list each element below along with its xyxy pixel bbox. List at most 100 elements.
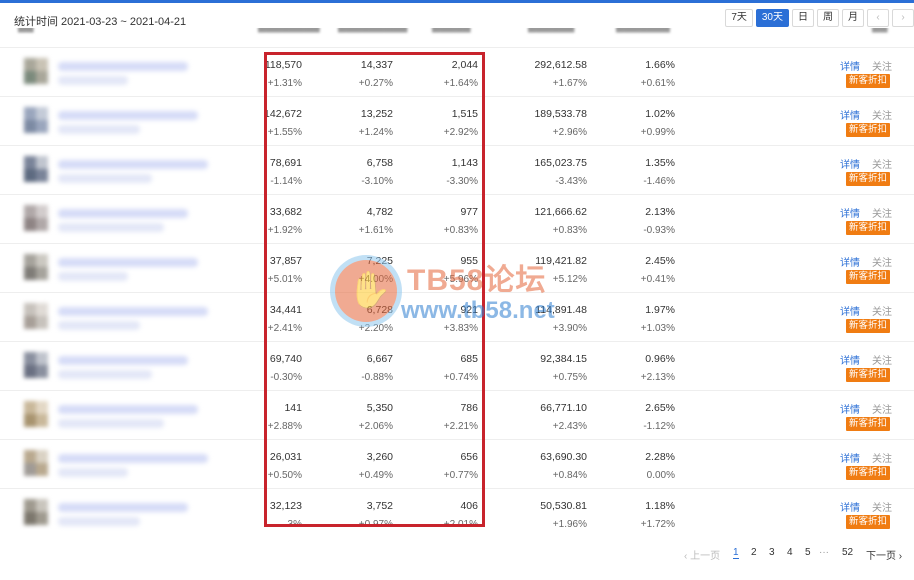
table-row: 33,682 +1.92% 4,782 +1.61% 977 +0.83% 121,666.… — [0, 194, 914, 243]
detail-link[interactable]: 详情 — [840, 303, 860, 318]
product-subtitle-blurred — [58, 370, 152, 379]
table-row: 26,031 +0.50% 3,260 +0.49% 656 +0.77% 63,690.3… — [0, 439, 914, 488]
follow-link[interactable]: 关注 — [872, 254, 892, 269]
metric-3-change: +3.83% — [443, 323, 478, 334]
page-2-button[interactable]: 2 — [751, 547, 757, 558]
product-thumbnail[interactable] — [24, 499, 48, 525]
product-title-blurred[interactable] — [58, 258, 198, 267]
product-title-blurred[interactable] — [58, 209, 188, 218]
range-30d-button[interactable]: 30天 — [755, 9, 789, 27]
metric-1-change: +2.88% — [267, 421, 302, 432]
metric-3-value: 977 — [460, 206, 478, 218]
new-customer-discount-button[interactable]: 新客折扣 — [846, 172, 890, 186]
table-row: 37,857 +5.01% 7,225 +4.00% 955 +5.96% 119,421.… — [0, 243, 914, 292]
product-thumbnail[interactable] — [24, 205, 48, 231]
follow-link[interactable]: 关注 — [872, 107, 892, 122]
product-title-blurred[interactable] — [58, 111, 198, 120]
detail-link[interactable]: 详情 — [840, 107, 860, 122]
new-customer-discount-button[interactable]: 新客折扣 — [846, 123, 890, 137]
metric-1-change: +5.01% — [267, 274, 302, 285]
page-4-button[interactable]: 4 — [787, 547, 793, 558]
follow-link[interactable]: 关注 — [872, 450, 892, 465]
page-3-button[interactable]: 3 — [769, 547, 775, 558]
new-customer-discount-button[interactable]: 新客折扣 — [846, 319, 890, 333]
follow-link[interactable]: 关注 — [872, 352, 892, 367]
metric-2-value: 3,260 — [366, 451, 393, 463]
product-thumbnail[interactable] — [24, 450, 48, 476]
page-1-button[interactable]: 1 — [733, 547, 739, 559]
detail-link[interactable]: 详情 — [840, 499, 860, 514]
stat-time-label: 统计时间 2021-03-23 ~ 2021-04-21 — [14, 16, 187, 28]
product-thumbnail[interactable] — [24, 401, 48, 427]
metric-3-change: +0.74% — [443, 372, 478, 383]
metric-3-value: 1,143 — [451, 157, 478, 169]
range-month-button[interactable]: 月 — [842, 9, 864, 27]
detail-link[interactable]: 详情 — [840, 450, 860, 465]
metric-5-change: -0.93% — [643, 225, 675, 236]
table-row: 141 +2.88% 5,350 +2.06% 786 +2.21% 66,771.10 +2… — [0, 390, 914, 439]
follow-link[interactable]: 关注 — [872, 205, 892, 220]
metric-2-value: 13,252 — [360, 108, 393, 120]
metric-4-value: 121,666.62 — [534, 206, 587, 218]
range-7d-button[interactable]: 7天 — [725, 9, 753, 27]
prev-period-icon[interactable]: ‹ — [867, 9, 889, 27]
product-thumbnail[interactable] — [24, 303, 48, 329]
product-title-blurred[interactable] — [58, 503, 188, 512]
metric-4-value: 63,690.30 — [540, 451, 587, 463]
page-last-button[interactable]: 52 — [842, 547, 853, 558]
new-customer-discount-button[interactable]: 新客折扣 — [846, 270, 890, 284]
prev-page-button[interactable]: ‹ 上一页 — [684, 547, 720, 562]
product-title-blurred[interactable] — [58, 307, 208, 316]
product-thumbnail[interactable] — [24, 254, 48, 280]
new-customer-discount-button[interactable]: 新客折扣 — [846, 466, 890, 480]
follow-link[interactable]: 关注 — [872, 58, 892, 73]
detail-link[interactable]: 详情 — [840, 156, 860, 171]
metric-5-change: +1.03% — [640, 323, 675, 334]
metric-5-change: +0.99% — [640, 127, 675, 138]
metric-5-value: 1.18% — [645, 500, 675, 512]
detail-link[interactable]: 详情 — [840, 254, 860, 269]
metric-4-change: +0.75% — [552, 372, 587, 383]
next-period-icon[interactable]: › — [892, 9, 914, 27]
product-title-blurred[interactable] — [58, 405, 198, 414]
follow-link[interactable]: 关注 — [872, 499, 892, 514]
product-thumbnail[interactable] — [24, 58, 48, 84]
metric-3-value: 786 — [460, 402, 478, 414]
follow-link[interactable]: 关注 — [872, 303, 892, 318]
follow-link[interactable]: 关注 — [872, 156, 892, 171]
metric-2-change: +2.06% — [358, 421, 393, 432]
metric-1-value: 26,031 — [269, 451, 302, 463]
range-week-button[interactable]: 周 — [817, 9, 839, 27]
product-thumbnail[interactable] — [24, 352, 48, 378]
product-title-blurred[interactable] — [58, 160, 208, 169]
detail-link[interactable]: 详情 — [840, 352, 860, 367]
new-customer-discount-button[interactable]: 新客折扣 — [846, 74, 890, 88]
metric-1-change: +1.55% — [267, 127, 302, 138]
new-customer-discount-button[interactable]: 新客折扣 — [846, 221, 890, 235]
metric-3-change: +2.01% — [443, 519, 478, 530]
next-page-button[interactable]: 下一页 › — [866, 547, 902, 562]
product-thumbnail[interactable] — [24, 156, 48, 182]
new-customer-discount-button[interactable]: 新客折扣 — [846, 417, 890, 431]
metric-3-value: 1,515 — [451, 108, 478, 120]
metric-1-value: 141 — [284, 402, 302, 414]
range-day-button[interactable]: 日 — [792, 9, 814, 27]
product-title-blurred[interactable] — [58, 62, 188, 71]
page-5-button[interactable]: 5 — [805, 547, 811, 558]
detail-link[interactable]: 详情 — [840, 205, 860, 220]
new-customer-discount-button[interactable]: 新客折扣 — [846, 515, 890, 529]
metric-4-change: +5.12% — [552, 274, 587, 285]
detail-link[interactable]: 详情 — [840, 58, 860, 73]
metric-3-change: -3.30% — [446, 176, 478, 187]
table-header: ▆▆ ▆▆▆▆▆▆▆▆ ▆▆▆▆▆▆▆▆▆ ▆▆▆▆▆ ▆▆▆▆▆▆ ▆▆▆▆▆… — [0, 28, 914, 40]
product-title-blurred[interactable] — [58, 454, 208, 463]
table-row: 78,691 -1.14% 6,758 -3.10% 1,143 -3.30% 165,02… — [0, 145, 914, 194]
follow-link[interactable]: 关注 — [872, 401, 892, 416]
product-title-blurred[interactable] — [58, 356, 188, 365]
table-row: 34,441 +2.41% 6,728 +2.20% 921 +3.83% 114,891.… — [0, 292, 914, 341]
detail-link[interactable]: 详情 — [840, 401, 860, 416]
column-header-blurred: ▆▆ — [18, 28, 33, 33]
product-thumbnail[interactable] — [24, 107, 48, 133]
metric-5-value: 1.02% — [645, 108, 675, 120]
new-customer-discount-button[interactable]: 新客折扣 — [846, 368, 890, 382]
